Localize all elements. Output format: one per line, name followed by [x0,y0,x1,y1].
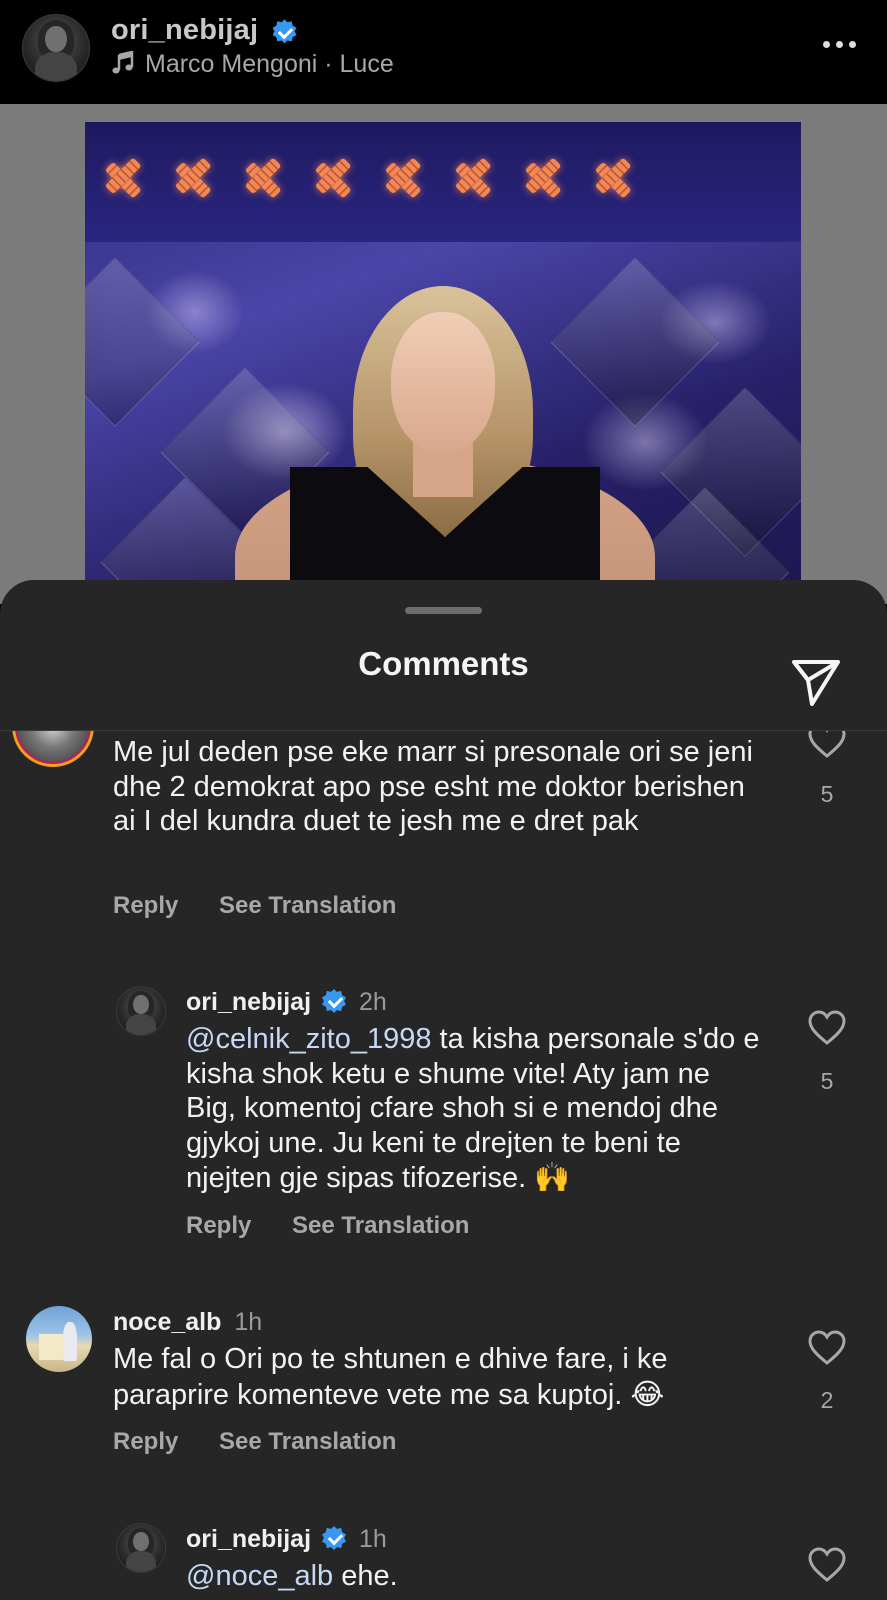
music-label[interactable]: Marco Mengoni · Luce [145,50,394,78]
comment-text: Me jul deden pse eke marr si presonale o… [113,736,753,837]
post-header: ori_nebijaj Marco Mengoni · Luce [0,0,887,104]
comment-username[interactable]: ori_nebijaj 2h [186,988,387,1017]
comment-text: @noce_alb ehe. [186,1560,398,1592]
commenter-avatar[interactable] [12,731,94,767]
see-translation-button[interactable]: See Translation [292,1212,469,1239]
heart-icon[interactable] [808,1010,846,1046]
send-icon[interactable] [790,656,842,708]
comment-time: 1h [358,1525,387,1553]
sheet-grabber-handle[interactable] [405,607,482,614]
commenter-avatar[interactable] [116,986,166,1036]
reply-button[interactable]: Reply [186,1212,251,1239]
music-note-icon [112,51,134,74]
heart-icon[interactable] [808,731,846,759]
like-count: 5 [820,781,834,807]
comment-username[interactable]: ori_nebijaj 1h [186,1525,387,1554]
see-translation-button[interactable]: See Translation [219,892,396,919]
comment-actions: Reply See Translation [113,892,430,920]
laughing-emoji: 😂 [630,1376,665,1411]
reply-button[interactable]: Reply [113,892,178,919]
like-count: 2 [820,1387,834,1413]
verified-badge-icon [322,1526,346,1550]
more-icon[interactable] [823,34,859,54]
post-image[interactable] [85,122,801,592]
comment-time: 1h [234,1308,263,1336]
raising-hands-emoji: 🙌 [534,1160,571,1194]
verified-badge-icon [272,19,297,44]
comment-actions: Reply See Translation [186,1212,503,1240]
comment-time: 2h [358,988,387,1016]
see-translation-button[interactable]: See Translation [219,1428,396,1455]
verified-badge-icon [322,989,346,1013]
post-author-username-text[interactable]: ori_nebijaj [111,14,258,46]
comment-text: @celnik_zito_1998 ta kisha personale s'd… [186,1023,760,1194]
heart-icon[interactable] [808,1330,846,1366]
post-author-username[interactable]: ori_nebijaj [111,14,297,47]
comments-list: Me jul deden pse eke marr si presonale o… [0,731,887,1600]
comments-title: Comments [358,645,529,682]
heart-icon[interactable] [808,1547,846,1583]
comment-text: Me fal o Ori po te shtunen e dhive fare,… [113,1343,668,1411]
reply-button[interactable]: Reply [113,1428,178,1455]
chevron-lights [105,140,635,216]
like-count: 5 [820,1068,834,1094]
comment-username[interactable]: noce_alb 1h [113,1308,262,1337]
screen: ori_nebijaj Marco Mengoni · Luce Comment… [0,0,887,1600]
post-author-avatar[interactable] [22,14,90,82]
commenter-avatar[interactable] [26,1306,92,1372]
post-music[interactable]: Marco Mengoni · Luce [111,50,394,79]
comment-actions: Reply See Translation [113,1428,430,1456]
mention-link[interactable]: @noce_alb [186,1560,333,1592]
mention-link[interactable]: @celnik_zito_1998 [186,1023,431,1055]
commenter-avatar[interactable] [116,1523,166,1573]
